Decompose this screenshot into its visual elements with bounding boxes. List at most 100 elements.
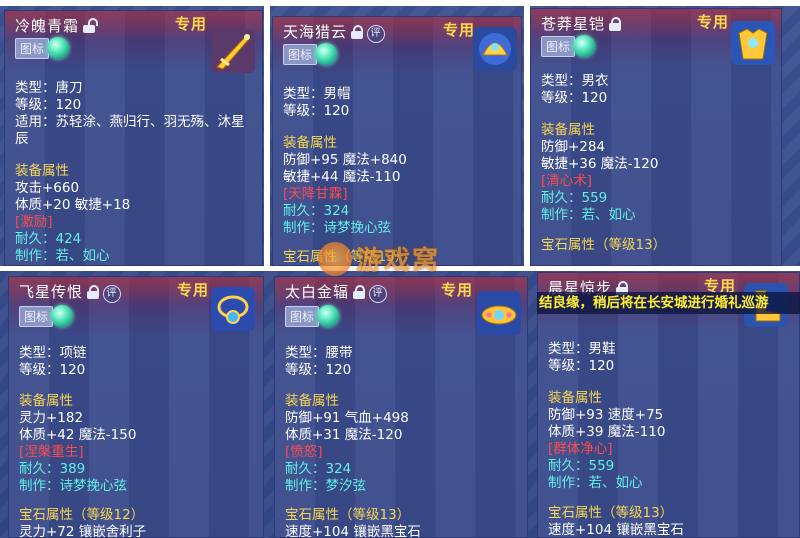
attr-line: 体质+31 魔法-120 <box>285 427 403 443</box>
durability: 耐久：559 <box>548 458 615 474</box>
evaluate-icon[interactable]: 评 <box>369 285 388 303</box>
maker: 制作：若、如心 <box>541 207 636 223</box>
effect-label: [愤怒] <box>285 444 323 460</box>
item-name: 天海猎云 <box>283 23 348 41</box>
gem-line: 速度+104 镶嵌黑宝石 <box>285 524 421 538</box>
evaluate-icon[interactable]: 评 <box>103 285 122 303</box>
attr-title: 装备属性 <box>15 163 69 179</box>
special-label: 专用 <box>697 13 730 31</box>
icon-tag: 图标 <box>541 35 576 57</box>
item-type: 类型：腰带 <box>285 345 353 361</box>
site-watermark: 游戏窝 <box>318 240 440 277</box>
item-type: 类型：男鞋 <box>548 341 616 357</box>
attr-line: 防御+95 魔法+840 <box>283 152 407 168</box>
effect-label: [群体净心] <box>548 441 613 457</box>
system-broadcast-banner: 结良缘，稍后将在长安城进行婚礼巡游 <box>537 292 800 314</box>
maker: 制作：梦汐弦 <box>285 478 366 494</box>
golden-helm-icon <box>473 27 517 71</box>
lock-icon[interactable] <box>86 285 100 299</box>
effect-label: [激励] <box>15 214 53 230</box>
maker: 制作：若、如心 <box>548 475 643 491</box>
gem-line: 速度+104 镶嵌黑宝石 <box>548 522 684 538</box>
lock-icon[interactable] <box>608 17 622 31</box>
special-label: 专用 <box>177 281 210 299</box>
item-level: 等级：120 <box>15 97 82 113</box>
watermark-logo-icon <box>318 241 352 276</box>
attr-line: 灵力+182 <box>19 410 84 426</box>
attr-title: 装备属性 <box>541 122 595 138</box>
equipment-card-3: 苍莽星铠 专用 图标 类型：男衣 等级：120 装备属性 防御+284 敏捷+3… <box>530 8 782 266</box>
equipment-card-1: 冷魄青霜 专用 图标 类型：唐刀 等级：120 适用：苏轻涂、燕归行、羽无殇、沐… <box>4 10 263 266</box>
icon-tag: 图标 <box>19 305 54 327</box>
maker: 制作：诗梦挽心弦 <box>19 478 127 494</box>
gem-orb-icon <box>47 37 70 59</box>
attr-line: 体质+20 敏捷+18 <box>15 197 131 213</box>
gem-title: 宝石属性（等级13） <box>548 505 674 521</box>
icon-tag: 图标 <box>283 43 318 65</box>
unlock-icon[interactable] <box>82 18 99 33</box>
effect-label: [清心术] <box>541 173 593 189</box>
gem-orb-icon <box>317 305 340 327</box>
item-level: 等级：120 <box>541 90 608 106</box>
attr-title: 装备属性 <box>548 390 602 406</box>
equipment-card-4: 飞星传恨 评 专用 图标 类型：项链 等级：120 装备属性 灵力+182 体质+… <box>8 276 264 538</box>
lock-icon[interactable] <box>352 285 366 299</box>
effect-label: [天降甘霖] <box>283 186 348 202</box>
gem-title: 宝石属性（等级13） <box>285 507 411 523</box>
lock-icon[interactable] <box>350 25 364 39</box>
item-type: 类型：男衣 <box>541 73 609 89</box>
attr-title: 装备属性 <box>283 135 337 151</box>
attr-title: 装备属性 <box>285 393 339 409</box>
equipment-card-2: 天海猎云 评 专用 图标 类型：男帽 等级：120 装备属性 防御+95 魔法+8… <box>272 16 522 266</box>
attr-line: 敏捷+36 魔法-120 <box>541 156 659 172</box>
attr-line: 防御+93 速度+75 <box>548 407 664 423</box>
item-level: 等级：120 <box>19 362 86 378</box>
gem-orb-icon <box>573 35 596 57</box>
divider <box>0 0 800 6</box>
durability: 耐久：389 <box>19 461 86 477</box>
evaluate-icon[interactable]: 评 <box>367 25 386 43</box>
item-level: 等级：120 <box>548 358 615 374</box>
gem-orb-icon <box>315 43 338 65</box>
item-name: 太白金辐 <box>285 283 350 301</box>
icon-tag: 图标 <box>285 305 320 327</box>
divider <box>264 0 270 271</box>
gem-line: 灵力+72 镶嵌舍利子 <box>19 524 147 538</box>
item-name: 苍莽星铠 <box>541 15 606 33</box>
special-label: 专用 <box>175 15 208 33</box>
item-name: 飞星传恨 <box>19 283 84 301</box>
attr-line: 体质+42 魔法-150 <box>19 427 137 443</box>
effect-label: [涅槃重生] <box>19 444 84 460</box>
attr-line: 防御+284 <box>541 139 606 155</box>
golden-blade-icon <box>211 29 255 73</box>
golden-armor-icon <box>731 21 775 65</box>
item-type: 类型：男帽 <box>283 86 351 102</box>
attr-title: 装备属性 <box>19 393 73 409</box>
item-applicable: 适用：苏轻涂、燕归行、羽无殇、沐星辰 <box>15 114 245 147</box>
attr-line: 攻击+660 <box>15 180 80 196</box>
maker: 制作：诗梦挽心弦 <box>283 220 391 236</box>
watermark-text: 游戏窝 <box>356 246 441 276</box>
gem-orb-icon <box>51 305 74 327</box>
gem-title: 宝石属性（等级12） <box>19 507 145 523</box>
item-name: 冷魄青霜 <box>15 17 80 35</box>
durability: 耐久：324 <box>285 461 352 477</box>
item-level: 等级：120 <box>283 103 350 119</box>
attr-line: 防御+91 气血+498 <box>285 410 409 426</box>
attr-line: 体质+39 魔法-110 <box>548 424 666 440</box>
item-type: 类型：唐刀 <box>15 80 83 96</box>
item-level: 等级：120 <box>285 362 352 378</box>
attr-line: 敏捷+44 魔法-110 <box>283 169 401 185</box>
maker: 制作：若、如心 <box>15 248 110 264</box>
jeweled-belt-icon <box>477 291 521 335</box>
durability: 耐久：559 <box>541 190 608 206</box>
icon-tag: 图标 <box>15 37 50 59</box>
special-label: 专用 <box>441 281 474 299</box>
gem-title: 宝石属性（等级13） <box>541 237 667 253</box>
item-type: 类型：项链 <box>19 345 87 361</box>
durability: 耐久：324 <box>283 203 350 219</box>
blue-necklace-icon <box>211 287 255 331</box>
equipment-card-5: 太白金辐 评 专用 图标 类型：腰带 等级：120 装备属性 防御+91 气血+4… <box>274 276 528 538</box>
durability: 耐久：424 <box>15 231 82 247</box>
special-label: 专用 <box>443 21 476 39</box>
